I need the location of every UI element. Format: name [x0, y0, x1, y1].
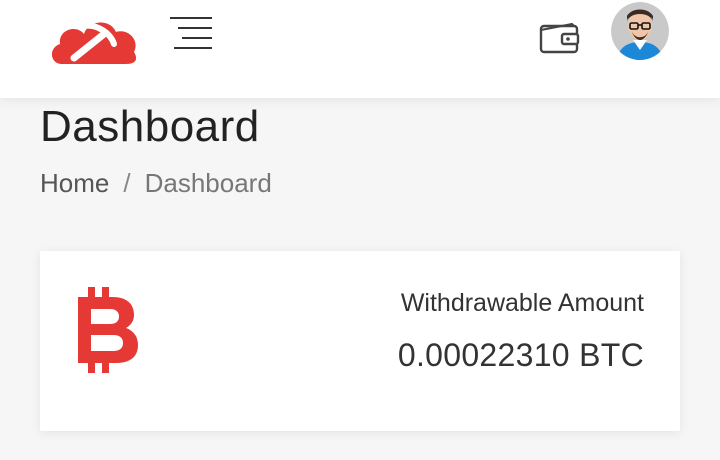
breadcrumb-home-link[interactable]: Home: [40, 168, 109, 198]
user-avatar[interactable]: [611, 2, 669, 60]
withdrawable-amount-card: Withdrawable Amount 0.00022310 BTC: [40, 251, 680, 431]
logo-icon[interactable]: [48, 14, 140, 66]
bitcoin-icon: [74, 287, 144, 373]
breadcrumb-current: Dashboard: [144, 168, 272, 198]
card-label: Withdrawable Amount: [400, 289, 644, 317]
top-navbar: [0, 0, 720, 98]
wallet-icon[interactable]: [538, 20, 582, 56]
main-content: Dashboard Home / Dashboard Withdrawable Am…: [0, 98, 720, 460]
breadcrumb: Home / Dashboard: [40, 168, 272, 199]
menu-icon[interactable]: [166, 14, 216, 54]
breadcrumb-separator: /: [123, 168, 131, 198]
page-title: Dashboard: [40, 102, 260, 151]
withdrawable-amount-value: 0.00022310 BTC: [397, 337, 644, 373]
